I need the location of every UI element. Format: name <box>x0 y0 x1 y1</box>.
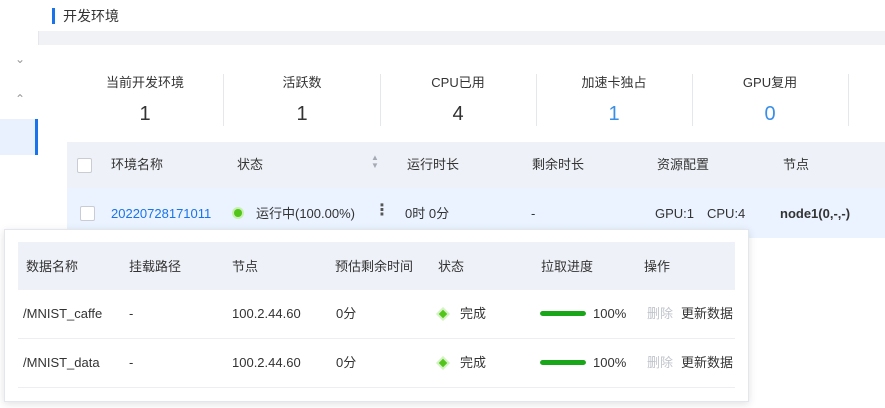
divider <box>848 74 849 126</box>
data-mount-popup: 数据名称 挂载路径 节点 预估剩余时间 状态 拉取进度 操作 /MNIST_ca… <box>4 229 749 402</box>
stat-value: 4 <box>452 103 464 125</box>
col-data-name: 数据名称 <box>26 259 79 274</box>
col-resource: 资源配置 <box>657 157 710 172</box>
data-name: /MNIST_caffe <box>23 306 103 321</box>
progress-bar <box>540 360 586 365</box>
progress-label: 100% <box>593 306 627 321</box>
stat-active: 活跃数 1 <box>224 68 380 130</box>
stat-value: 1 <box>296 103 308 125</box>
top-bar: 开发环境 <box>0 0 885 31</box>
stat-label: 活跃数 <box>282 75 322 90</box>
node: 100.2.44.60 <box>232 355 301 370</box>
delete-button[interactable]: 删除 <box>647 354 673 372</box>
status-icon <box>438 309 448 319</box>
env-gpu: GPU:1 <box>655 206 695 221</box>
stat-value[interactable]: 0 <box>692 102 848 126</box>
stat-accel-exclusive: 加速卡独占 1 <box>536 68 692 130</box>
env-runtime: 0时 0分 <box>405 206 450 221</box>
col-node: 节点 <box>783 157 810 172</box>
col-node: 节点 <box>232 259 259 274</box>
progress-fill <box>540 360 586 365</box>
stat-value[interactable]: 1 <box>536 102 692 126</box>
status-icon <box>438 358 448 368</box>
stat-label: GPU复用 <box>742 75 798 90</box>
col-status: 状态 <box>438 259 465 274</box>
title-accent <box>52 8 55 24</box>
col-progress: 拉取进度 <box>541 259 594 274</box>
col-actions: 操作 <box>644 259 671 274</box>
data-table-header: 数据名称 挂载路径 节点 预估剩余时间 状态 拉取进度 操作 <box>18 242 735 290</box>
stat-cpu-used: CPU已用 4 <box>380 68 536 130</box>
env-node: node1(0,-,-) <box>780 206 851 221</box>
stat-label: CPU已用 <box>431 75 485 90</box>
update-data-button[interactable]: 更新数据 <box>681 354 733 372</box>
chevron-down-icon[interactable]: ⌄ <box>14 53 26 65</box>
stat-gpu-shared: GPU复用 0 <box>692 68 848 130</box>
env-status: 运行中(100.00%) <box>256 206 355 221</box>
stat-value: 1 <box>139 103 151 125</box>
progress-fill <box>540 311 586 316</box>
sort-icon[interactable]: ▲ ▼ <box>370 154 380 170</box>
progress-label: 100% <box>593 355 627 370</box>
chevron-up-icon[interactable]: ⌃ <box>14 93 26 105</box>
col-remaining: 剩余时长 <box>532 157 585 172</box>
mount-path: - <box>129 306 134 321</box>
env-remaining: - <box>531 206 536 221</box>
table-row: /MNIST_caffe - 100.2.44.60 0分 完成 100% 删除… <box>18 290 735 339</box>
stats-panel: 当前开发环境 1 活跃数 1 CPU已用 4 加速卡独占 1 GPU复用 0 <box>67 68 885 130</box>
more-icon[interactable]: ⋮ <box>374 202 390 220</box>
col-mount-path: 挂载路径 <box>129 259 182 274</box>
stat-current-envs: 当前开发环境 1 <box>67 68 223 130</box>
env-cpu: CPU:4 <box>707 206 746 221</box>
data-name: /MNIST_data <box>23 355 100 370</box>
col-status: 状态 <box>237 157 264 172</box>
env-table-header: 环境名称 状态 ▲ ▼ 运行时长 剩余时长 资源配置 节点 <box>67 142 885 188</box>
stat-label: 当前开发环境 <box>105 75 184 90</box>
status: 完成 <box>460 306 487 321</box>
table-row: /MNIST_data - 100.2.44.60 0分 完成 100% 删除 … <box>18 339 735 388</box>
delete-button[interactable]: 删除 <box>647 305 673 323</box>
col-eta: 预估剩余时间 <box>335 259 414 274</box>
eta: 0分 <box>336 306 357 321</box>
sidebar-item-active[interactable] <box>0 119 38 155</box>
select-all-checkbox[interactable] <box>77 158 92 173</box>
update-data-button[interactable]: 更新数据 <box>681 305 733 323</box>
col-runtime: 运行时长 <box>407 157 460 172</box>
status: 完成 <box>460 355 487 370</box>
progress-bar <box>540 311 586 316</box>
running-status-dot <box>234 209 242 217</box>
node: 100.2.44.60 <box>232 306 301 321</box>
row-checkbox[interactable] <box>80 206 95 221</box>
mount-path: - <box>129 355 134 370</box>
stat-label: 加速卡独占 <box>581 75 647 90</box>
env-name-link[interactable]: 20220728171011 <box>111 205 211 223</box>
eta: 0分 <box>336 355 357 370</box>
col-env-name: 环境名称 <box>111 157 164 172</box>
page-title: 开发环境 <box>63 8 119 24</box>
